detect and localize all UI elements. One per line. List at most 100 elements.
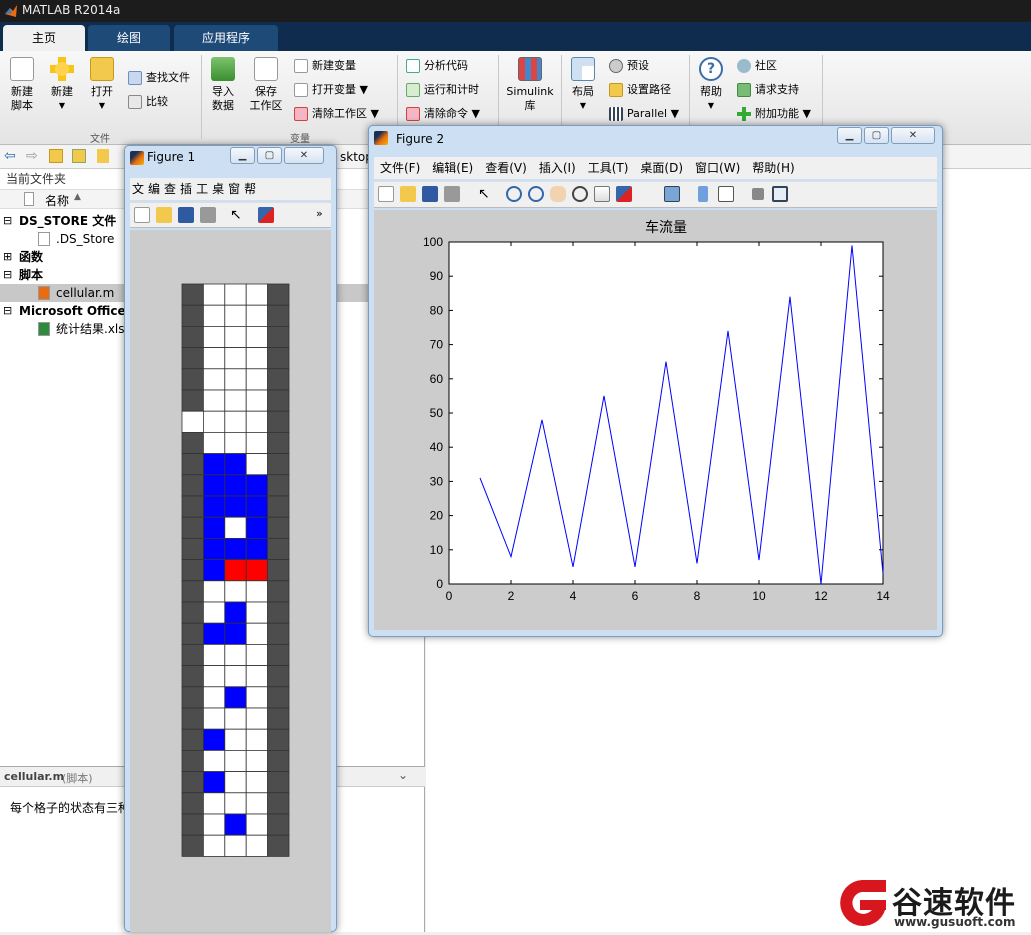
save-icon[interactable] — [422, 186, 438, 202]
collapse-details-icon[interactable]: ⌄ — [398, 768, 408, 782]
menu-insert[interactable]: 插 — [178, 178, 194, 200]
tab-apps[interactable]: 应用程序 — [174, 25, 278, 51]
save-icon[interactable] — [178, 207, 194, 223]
y-tick-label: 30 — [430, 474, 444, 488]
up-folder-icon[interactable] — [49, 149, 63, 163]
x-tick-label: 6 — [632, 589, 639, 603]
grid-cell — [267, 474, 290, 497]
grid-cell — [245, 495, 268, 518]
parallel-button[interactable]: Parallel ▼ — [609, 105, 679, 123]
save-workspace-button[interactable]: 保存 工作区 — [246, 57, 286, 113]
addons-button[interactable]: 附加功能 ▼ — [737, 105, 811, 123]
menu-desktop[interactable]: 桌面(D) — [634, 157, 689, 179]
close-button[interactable]: ✕ — [891, 127, 935, 144]
open-variable-button[interactable]: 打开变量 ▼ — [294, 81, 368, 99]
tab-home[interactable]: 主页 — [3, 25, 85, 51]
collapse-icon[interactable]: ⊟ — [3, 266, 12, 284]
back-arrow-icon[interactable]: ⇦ — [4, 148, 16, 164]
find-files-button[interactable]: 查找文件 — [128, 69, 190, 87]
zoom-in-icon[interactable] — [506, 186, 522, 202]
import-data-button[interactable]: 导入 数据 — [206, 57, 240, 113]
maximize-button[interactable]: ▢ — [864, 127, 889, 144]
print-icon[interactable] — [444, 186, 460, 202]
menu-file[interactable]: 文 — [130, 178, 146, 200]
open-file-icon[interactable] — [156, 207, 172, 223]
clear-commands-label: 清除命令 — [424, 107, 468, 120]
pan-hand-icon[interactable] — [550, 186, 566, 202]
colorbar-icon[interactable] — [698, 186, 708, 202]
menu-tools[interactable]: 工 — [194, 178, 210, 200]
brush-icon[interactable] — [258, 207, 274, 223]
forward-arrow-icon[interactable]: ⇨ — [26, 148, 38, 164]
menu-window[interactable]: 窗 — [226, 178, 242, 200]
maximize-button[interactable]: ▢ — [257, 147, 282, 164]
compare-icon — [128, 95, 142, 109]
zoom-out-icon[interactable] — [528, 186, 544, 202]
help-button[interactable]: ? 帮助 ▼ — [694, 57, 728, 113]
new-variable-button[interactable]: 新建变量 — [294, 57, 356, 75]
find-files-label: 查找文件 — [146, 71, 190, 84]
new-script-button[interactable]: 新建 脚本 — [6, 57, 38, 113]
pointer-icon[interactable]: ↖ — [230, 207, 246, 223]
menu-file[interactable]: 文件(F) — [374, 157, 426, 179]
browse-folder-icon[interactable] — [72, 149, 86, 163]
minimize-button[interactable]: ▁ — [230, 147, 255, 164]
simulink-library-button[interactable]: Simulink 库 — [504, 57, 556, 113]
grid-cell — [203, 686, 226, 709]
support-icon — [737, 83, 751, 97]
traffic-flow-chart: 车流量 0 2 4 6 8 10 12 14 0 10 20 30 40 50 60 70 80 90 100 — [423, 219, 890, 603]
grid-cell — [267, 750, 290, 773]
rotate-3d-icon[interactable] — [572, 186, 588, 202]
set-path-button[interactable]: 设置路径 — [609, 81, 671, 99]
grid-cell — [245, 368, 268, 391]
menu-view[interactable]: 查看(V) — [479, 157, 533, 179]
community-button[interactable]: 社区 — [737, 57, 777, 75]
grid-cell — [203, 771, 226, 794]
legend-icon[interactable] — [718, 186, 734, 202]
clear-workspace-button[interactable]: 清除工作区 ▼ — [294, 105, 379, 123]
addons-plus-icon — [737, 107, 751, 121]
menu-view[interactable]: 查 — [162, 178, 178, 200]
print-icon[interactable] — [200, 207, 216, 223]
hide-plot-tools-icon[interactable] — [752, 188, 764, 200]
more-tools-icon[interactable]: » — [316, 207, 323, 220]
new-figure-icon[interactable] — [134, 207, 150, 223]
run-and-time-button[interactable]: 运行和计时 — [406, 81, 479, 99]
menu-window[interactable]: 窗口(W) — [689, 157, 746, 179]
open-file-icon[interactable] — [400, 186, 416, 202]
show-plot-tools-icon[interactable] — [772, 186, 788, 202]
clear-commands-button[interactable]: 清除命令 ▼ — [406, 105, 480, 123]
close-button[interactable]: ✕ — [284, 147, 324, 164]
tab-plots[interactable]: 绘图 — [88, 25, 170, 51]
analyze-code-button[interactable]: 分析代码 — [406, 57, 468, 75]
expand-icon[interactable]: ⊞ — [3, 248, 12, 266]
menu-edit[interactable]: 编 — [146, 178, 162, 200]
name-column-header[interactable]: 名称 — [45, 192, 69, 209]
menu-desktop[interactable]: 桌 — [210, 178, 226, 200]
menu-help[interactable]: 帮 — [242, 178, 258, 200]
grid-cell — [224, 283, 247, 306]
link-plot-icon[interactable] — [664, 186, 680, 202]
preferences-button[interactable]: 预设 — [609, 57, 649, 75]
menu-insert[interactable]: 插入(I) — [533, 157, 582, 179]
tree-item-label: 函数 — [19, 250, 44, 264]
menu-tools[interactable]: 工具(T) — [582, 157, 635, 179]
collapse-icon[interactable]: ⊟ — [3, 212, 12, 230]
brush-icon[interactable] — [616, 186, 632, 202]
pointer-icon[interactable]: ↖ — [478, 186, 494, 202]
data-cursor-icon[interactable] — [594, 186, 610, 202]
layout-button[interactable]: 布局 ▼ — [566, 57, 600, 113]
request-support-button[interactable]: 请求支持 — [737, 81, 799, 99]
x-tick-label: 2 — [508, 589, 515, 603]
open-button[interactable]: 打开 ▼ — [86, 57, 118, 113]
grid-cell — [224, 495, 247, 518]
menu-edit[interactable]: 编辑(E) — [426, 157, 479, 179]
save-workspace-label: 保存 工作区 — [249, 85, 283, 112]
collapse-icon[interactable]: ⊟ — [3, 302, 12, 320]
new-figure-icon[interactable] — [378, 186, 394, 202]
matlab-figure-icon — [130, 151, 144, 165]
menu-help[interactable]: 帮助(H) — [746, 157, 800, 179]
new-button[interactable]: 新建 ▼ — [46, 57, 78, 113]
compare-button[interactable]: 比较 — [128, 93, 168, 111]
minimize-button[interactable]: ▁ — [837, 127, 862, 144]
